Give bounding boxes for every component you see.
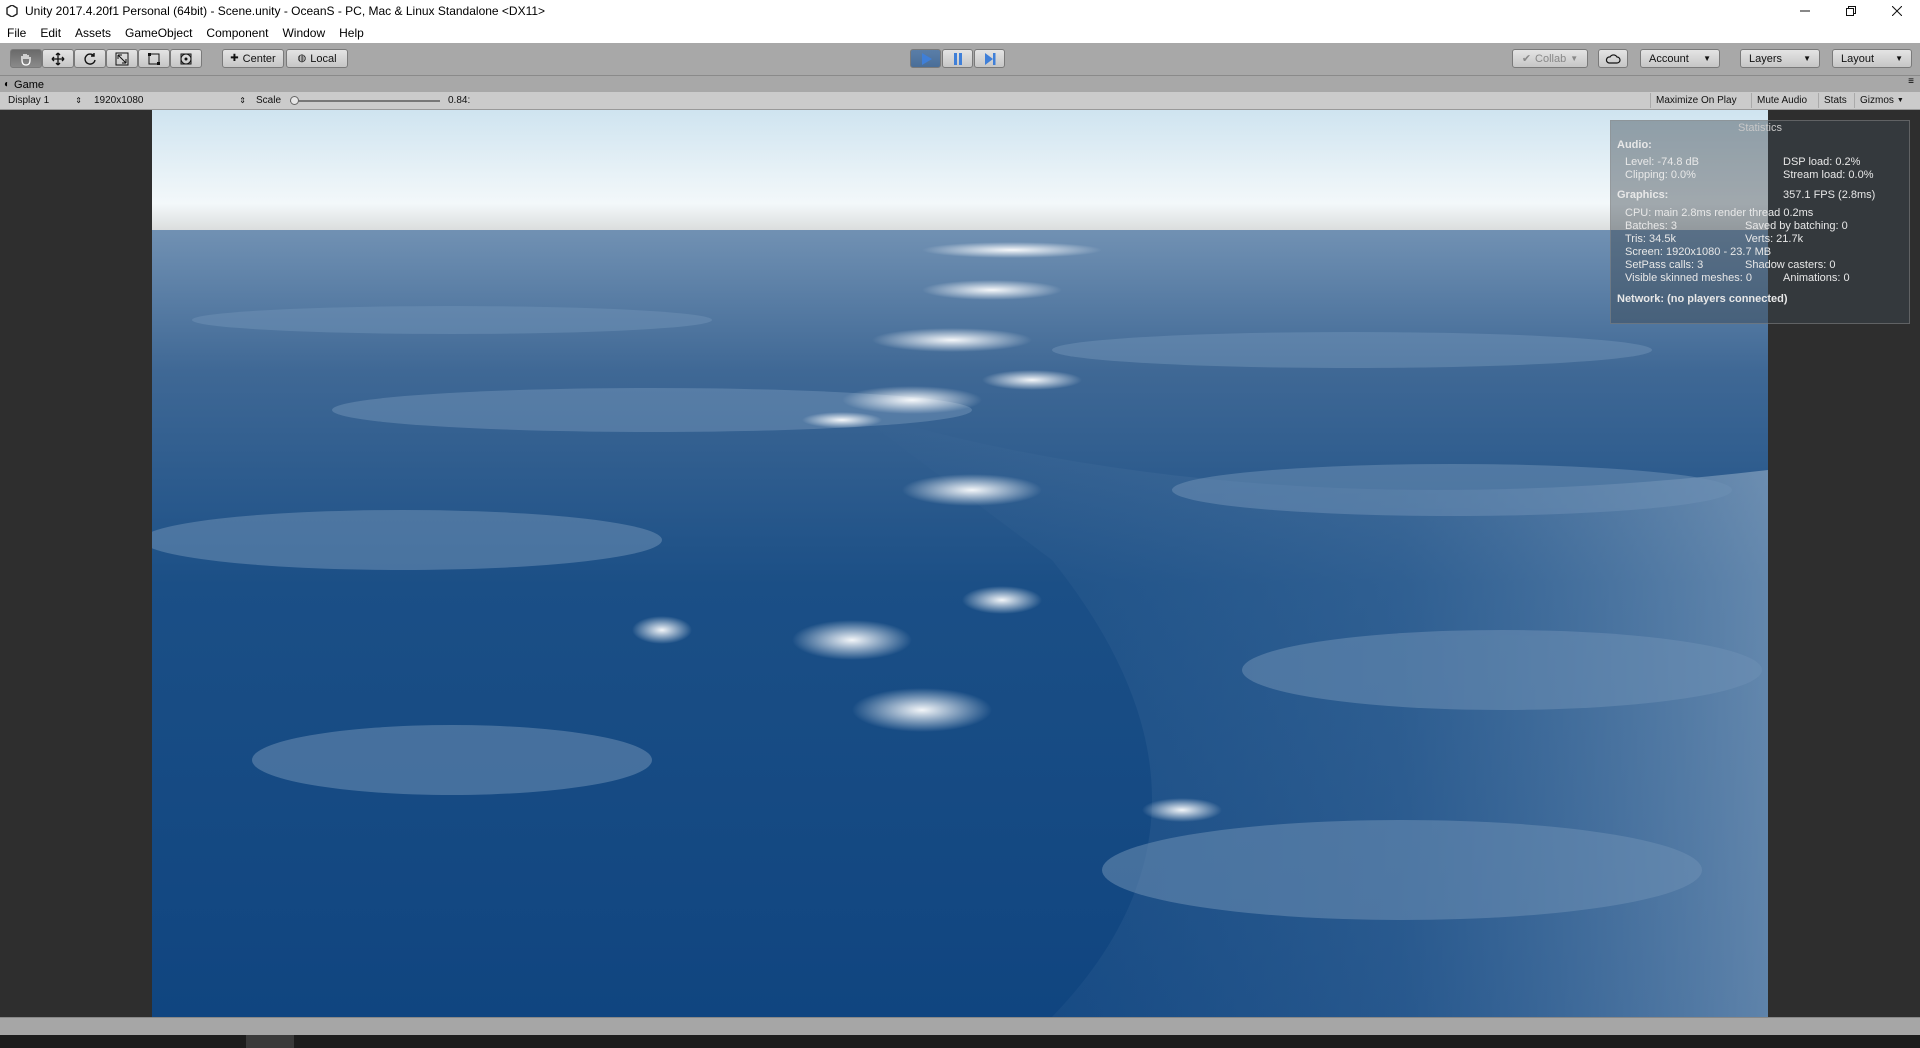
shadow-casters-readout: Shadow casters: 0 <box>1745 259 1836 271</box>
play-icon <box>921 52 932 65</box>
verts-readout: Verts: 21.7k <box>1745 233 1804 245</box>
animations-readout: Animations: 0 <box>1783 272 1850 284</box>
window-controls <box>1782 0 1920 22</box>
pivot-label: Center <box>242 52 276 65</box>
setpass-readout: SetPass calls: 3 <box>1625 259 1704 271</box>
menu-help[interactable]: Help <box>332 26 371 40</box>
game-viewport[interactable]: Statistics Audio: Level: -74.8 dB Clippi… <box>0 110 1920 1017</box>
skinned-meshes-readout: Visible skinned meshes: 0 <box>1625 272 1752 284</box>
gizmos-label: Gizmos <box>1860 95 1894 106</box>
audio-level: Level: -74.8 dB <box>1625 156 1699 168</box>
chevron-down-icon: ▼ <box>1570 54 1579 63</box>
play-button[interactable] <box>910 49 941 68</box>
menu-bar: File Edit Assets GameObject Component Wi… <box>0 22 1920 43</box>
layers-dropdown[interactable]: Layers ▼ <box>1740 49 1820 68</box>
collab-label: Collab <box>1535 52 1567 65</box>
account-label: Account <box>1649 52 1689 65</box>
batches-readout: Batches: 3 <box>1625 220 1677 232</box>
display-label: Display 1 <box>8 95 50 106</box>
step-button[interactable] <box>974 49 1005 68</box>
display-dropdown[interactable]: Display 1 ⇕ <box>4 93 86 108</box>
main-toolbar: ✚ Center ◍ Local ✔ Collab ▼ Account ▼ La… <box>0 43 1920 76</box>
step-icon <box>984 52 995 65</box>
chevron-down-icon: ▼ <box>1896 97 1904 104</box>
screen-readout: Screen: 1920x1080 - 23.7 MB <box>1625 246 1772 258</box>
menu-file[interactable]: File <box>0 26 33 40</box>
menu-component[interactable]: Component <box>199 26 275 40</box>
menu-window[interactable]: Window <box>275 26 332 40</box>
updown-icon: ⇕ <box>75 96 82 105</box>
scale-slider[interactable] <box>290 93 440 108</box>
network-status: Network: (no players connected) <box>1617 293 1788 305</box>
transform-tool-icon[interactable] <box>170 49 202 68</box>
ocean-scene-image <box>152 110 1768 1017</box>
menu-gameobject[interactable]: GameObject <box>118 26 199 40</box>
cloud-button[interactable] <box>1598 49 1628 68</box>
game-view-toolbar: Display 1 ⇕ 1920x1080 ⇕ Scale 0.84: Maxi… <box>0 92 1920 110</box>
window-title: Unity 2017.4.20f1 Personal (64bit) - Sce… <box>25 4 546 18</box>
menu-assets[interactable]: Assets <box>68 26 118 40</box>
scale-slider-track <box>290 100 440 102</box>
statistics-title: Statistics <box>1737 122 1782 134</box>
dsp-load: DSP load: 0.2% <box>1783 156 1861 168</box>
status-bar <box>0 1017 1920 1036</box>
hand-tool-icon[interactable] <box>10 49 42 68</box>
audio-heading: Audio: <box>1617 139 1652 151</box>
chevron-down-icon: ▼ <box>1895 54 1903 63</box>
fps-readout: 357.1 FPS (2.8ms) <box>1783 189 1876 201</box>
game-tab-label: Game <box>14 78 45 91</box>
graphics-heading: Graphics: <box>1617 189 1669 201</box>
statistics-panel: Statistics Audio: Level: -74.8 dB Clippi… <box>1610 120 1910 324</box>
layers-label: Layers <box>1749 52 1783 65</box>
saved-batching-readout: Saved by batching: 0 <box>1745 220 1848 232</box>
audio-clipping: Clipping: 0.0% <box>1625 169 1696 181</box>
resolution-label: 1920x1080 <box>94 95 144 106</box>
restore-icon[interactable] <box>1828 0 1874 22</box>
os-taskbar <box>0 1035 1920 1048</box>
collab-button[interactable]: ✔ Collab ▼ <box>1512 49 1588 68</box>
close-icon[interactable] <box>1874 0 1920 22</box>
stream-load: Stream load: 0.0% <box>1783 169 1874 181</box>
panel-tab-bar: ◐ Game ≡ <box>0 76 1920 92</box>
rotate-tool-icon[interactable] <box>74 49 106 68</box>
move-tool-icon[interactable] <box>42 49 74 68</box>
account-dropdown[interactable]: Account ▼ <box>1640 49 1720 68</box>
panel-menu-icon[interactable]: ≡ <box>1908 76 1914 87</box>
gizmos-dropdown[interactable]: Gizmos ▼ <box>1854 93 1909 108</box>
taskbar-item[interactable] <box>246 1035 294 1048</box>
pivot-space-button[interactable]: ◍ Local <box>286 49 348 68</box>
tris-readout: Tris: 34.5k <box>1625 233 1676 245</box>
game-render[interactable] <box>152 110 1768 1017</box>
layout-label: Layout <box>1841 52 1875 65</box>
local-space-icon: ◍ <box>297 53 307 64</box>
layout-dropdown[interactable]: Layout ▼ <box>1832 49 1912 68</box>
title-bar: Unity 2017.4.20f1 Personal (64bit) - Sce… <box>0 0 1920 22</box>
chevron-down-icon: ▼ <box>1803 54 1811 63</box>
space-label: Local <box>310 52 337 65</box>
chevron-down-icon: ▼ <box>1703 54 1711 63</box>
scale-label: Scale <box>256 95 282 106</box>
stats-button[interactable]: Stats <box>1818 93 1852 108</box>
rect-tool-icon[interactable] <box>138 49 170 68</box>
cpu-readout: CPU: main 2.8ms render thread 0.2ms <box>1625 207 1814 219</box>
maximize-on-play-button[interactable]: Maximize On Play <box>1650 93 1742 108</box>
pivot-mode-button[interactable]: ✚ Center <box>222 49 284 68</box>
unity-logo-icon <box>5 4 19 18</box>
scale-tool-icon[interactable] <box>106 49 138 68</box>
updown-icon: ⇕ <box>239 96 246 105</box>
minimize-icon[interactable] <box>1782 0 1828 22</box>
pause-button[interactable] <box>942 49 973 68</box>
game-icon: ◐ <box>4 79 11 90</box>
resolution-dropdown[interactable]: 1920x1080 ⇕ <box>90 93 250 108</box>
pivot-icon: ✚ <box>230 53 239 64</box>
menu-edit[interactable]: Edit <box>33 26 68 40</box>
check-icon: ✔ <box>1521 53 1532 65</box>
mute-audio-button[interactable]: Mute Audio <box>1751 93 1812 108</box>
tab-game[interactable]: ◐ Game <box>4 77 44 92</box>
cloud-icon <box>1605 53 1621 64</box>
scale-value: 0.84: <box>448 95 471 106</box>
scale-slider-thumb[interactable] <box>290 96 299 105</box>
pause-icon <box>953 52 962 65</box>
